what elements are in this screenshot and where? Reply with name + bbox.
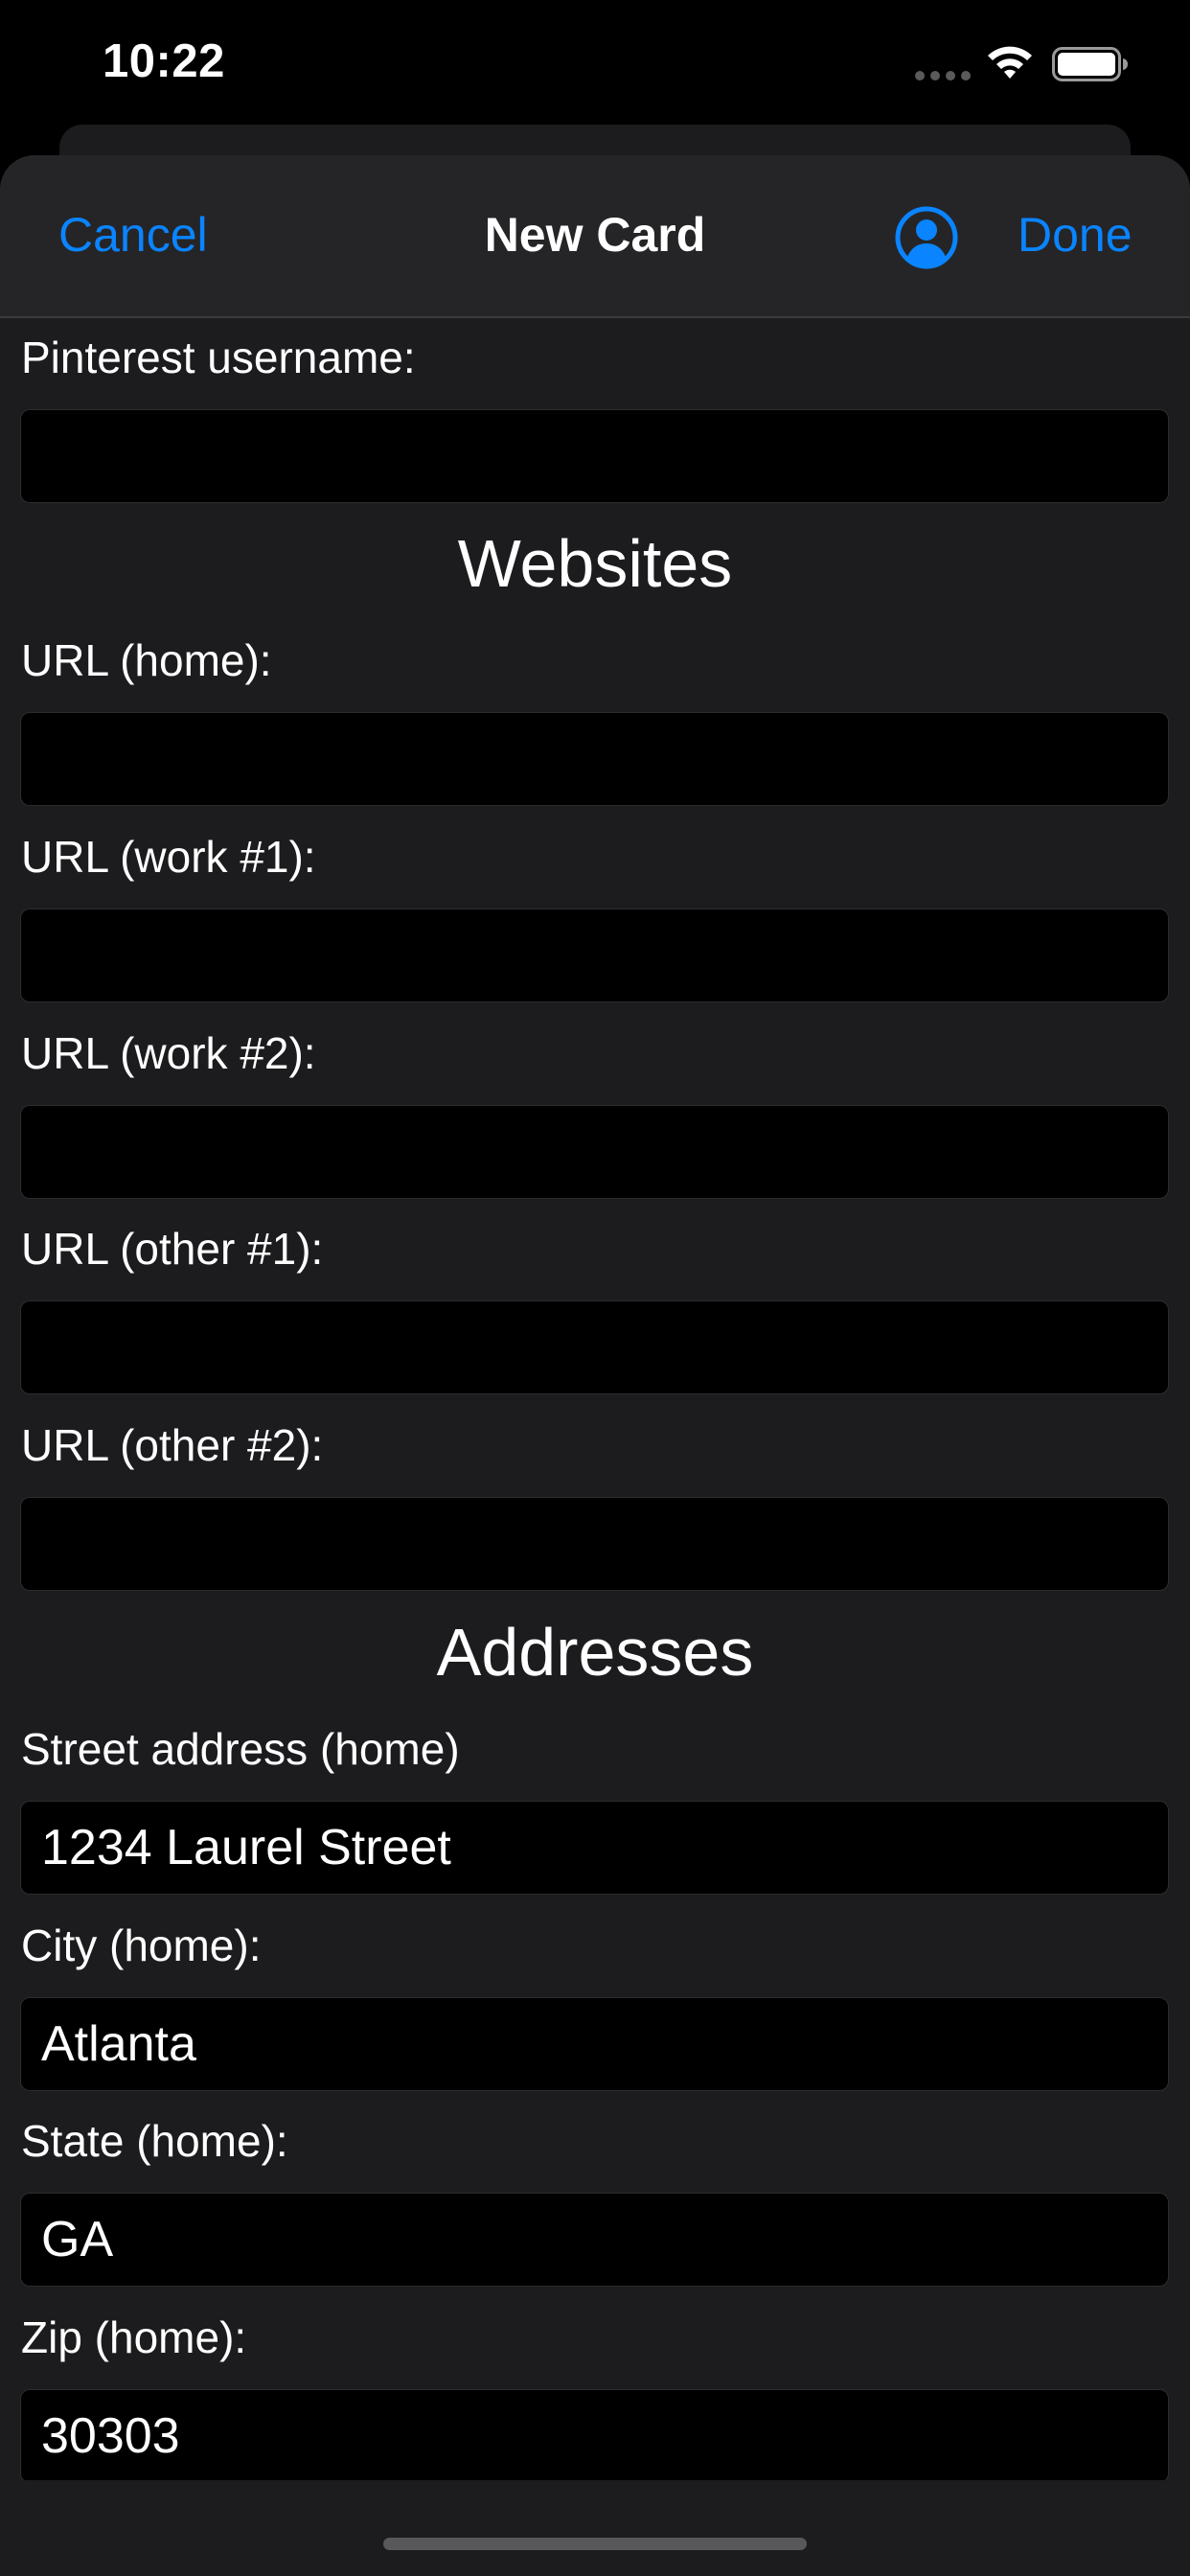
state-home-label: State (home):	[21, 2116, 288, 2166]
url-other2-label: URL (other #2):	[21, 1420, 324, 1470]
home-indicator[interactable]	[383, 2538, 807, 2550]
screen: 10:22 Cancel New Card Done Pinterest use…	[0, 0, 1190, 2576]
city-home-label: City (home):	[21, 1920, 262, 1970]
url-work1-label: URL (work #1):	[21, 832, 316, 882]
url-home-label: URL (home):	[21, 635, 272, 685]
url-work2-input[interactable]	[20, 1105, 1169, 1199]
street-home-label: Street address (home)	[21, 1724, 460, 1774]
addresses-section-header: Addresses	[436, 1615, 754, 1690]
signal-dots-icon	[915, 71, 971, 80]
street-home-input[interactable]	[20, 1801, 1169, 1895]
city-home-input[interactable]	[20, 1997, 1169, 2091]
zip-home-label: Zip (home):	[21, 2312, 247, 2362]
status-bar: 10:22	[0, 0, 1190, 125]
pinterest-username-label: Pinterest username:	[21, 333, 416, 382]
pinterest-username-input[interactable]	[20, 409, 1169, 503]
url-other1-input[interactable]	[20, 1300, 1169, 1394]
url-home-input[interactable]	[20, 712, 1169, 806]
bottom-safe-area	[0, 2480, 1190, 2576]
person-circle-icon[interactable]	[894, 205, 959, 270]
state-home-input[interactable]	[20, 2193, 1169, 2287]
wifi-icon	[988, 46, 1032, 79]
websites-section-header: Websites	[457, 526, 733, 601]
url-other1-label: URL (other #1):	[21, 1224, 324, 1274]
new-card-sheet: Cancel New Card Done Pinterest username:…	[0, 155, 1190, 2576]
url-work2-label: URL (work #2):	[21, 1028, 316, 1078]
form-content: Pinterest username: Websites URL (home):…	[0, 318, 1190, 2576]
url-work1-input[interactable]	[20, 908, 1169, 1002]
url-other2-input[interactable]	[20, 1497, 1169, 1591]
navigation-bar: Cancel New Card Done	[0, 155, 1190, 318]
zip-home-input[interactable]	[20, 2389, 1169, 2483]
page-title: New Card	[484, 208, 706, 262]
battery-icon	[1052, 47, 1128, 81]
done-button[interactable]: Done	[1018, 207, 1133, 263]
status-time: 10:22	[103, 35, 225, 87]
